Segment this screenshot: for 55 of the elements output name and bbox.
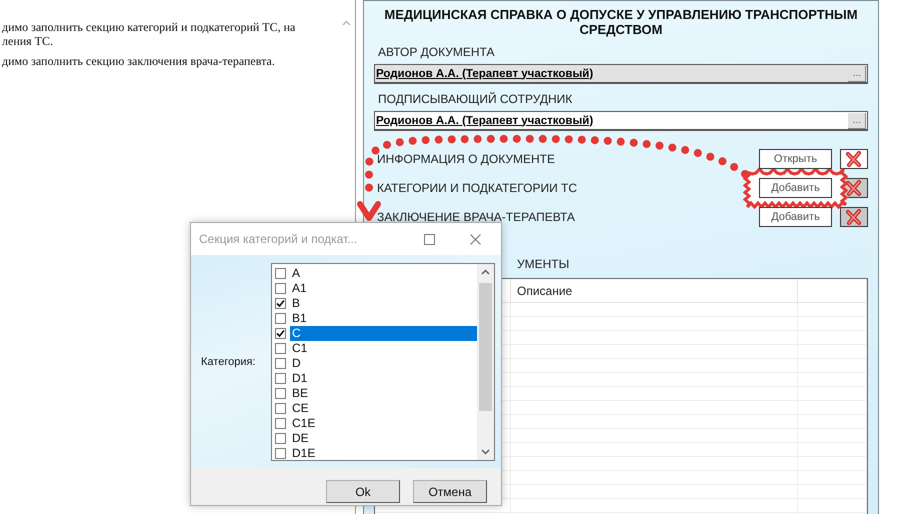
list-item[interactable]: C [290,326,477,341]
list-item[interactable]: C1E [290,416,477,431]
field-label: ПОДПИСЫВАЮЩИЙ СОТРУДНИК [378,92,574,106]
list-item[interactable]: D [290,356,477,371]
checkbox[interactable] [275,328,286,339]
scroll-up-icon[interactable] [481,269,490,275]
maximize-icon[interactable] [424,234,435,244]
checkbox[interactable] [275,358,286,369]
close-icon[interactable] [470,234,481,244]
list-item[interactable]: B [290,296,477,311]
action-button[interactable]: Открыть [759,149,832,169]
text-line: ления ТС. [2,34,54,48]
checkbox[interactable] [275,268,286,279]
section-heading: УМЕНТЫ [517,257,570,271]
list-item[interactable]: A [290,266,477,281]
dialog-button[interactable]: Отмена [413,480,487,503]
list-item[interactable]: D1E [290,446,477,461]
action-button[interactable]: Добавить [759,207,832,227]
list-item[interactable]: D1 [290,371,477,386]
field-label: АВТОР ДОКУМЕНТА [378,45,496,59]
section-label: ИНФОРМАЦИЯ О ДОКУМЕНТЕ [377,152,556,166]
select-field[interactable]: Родионов А.А. (Терапевт участковый) ... [374,111,868,131]
checkbox[interactable] [275,418,286,429]
dialog-button[interactable]: Ok [326,480,400,503]
scrollbar-thumb[interactable] [479,283,492,411]
checkbox[interactable] [275,373,286,384]
list-item[interactable]: CE [290,401,477,416]
form-title: МЕДИЦИНСКАЯ СПРАВКА О ДОПУСКЕ У УПРАВЛЕНИЮ ТРАНСПОРТНЫМ СРЕДСТВОМ [384,7,858,37]
delete-icon [846,151,862,167]
scroll-down-icon[interactable] [481,449,490,455]
checkbox[interactable] [275,403,286,414]
checkbox[interactable] [275,388,286,399]
checkbox[interactable] [275,283,286,294]
checkbox[interactable] [275,433,286,444]
list-item[interactable]: C1 [290,341,477,356]
delete-icon [846,180,862,196]
list-item[interactable]: A1 [290,281,477,296]
field-label: Категория: [201,356,256,368]
list-item[interactable]: B1 [290,311,477,326]
checkbox[interactable] [275,313,286,324]
checkbox[interactable] [275,448,286,459]
action-button[interactable]: Добавить [759,178,832,198]
list-item[interactable]: BE [290,386,477,401]
column-header: Описание [517,284,572,298]
dialog-title: Секция категорий и подкат... [199,232,358,246]
section-label: ЗАКЛЮЧЕНИЕ ВРАЧА-ТЕРАПЕВТА [377,210,576,224]
browse-button[interactable]: ... [848,112,866,128]
checkbox[interactable] [275,343,286,354]
list-item[interactable]: DE [290,431,477,446]
text-line: димо заполнить секцию категорий и подкатегорий ТС, на [2,20,296,34]
checkbox[interactable] [275,298,286,309]
section-label: КАТЕГОРИИ И ПОДКАТЕГОРИИ ТС [377,181,578,195]
delete-icon [846,209,862,225]
delete-button[interactable] [840,149,868,169]
text-line: димо заполнить секцию заключения врача-терапевта. [2,54,276,68]
